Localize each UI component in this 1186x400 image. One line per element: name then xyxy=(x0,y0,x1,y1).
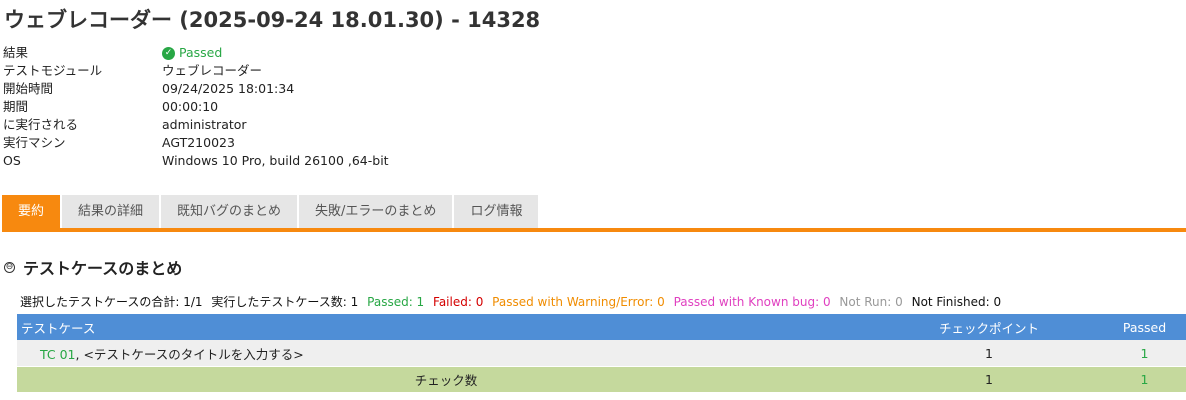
info-row-os: OS Windows 10 Pro, build 26100 ,64-bit xyxy=(3,152,389,170)
info-row-module: テストモジュール ウェブレコーダー xyxy=(3,62,389,80)
executed-count: 実行したテストケース数: 1 xyxy=(211,295,359,309)
selected-total: 選択したテストケースの合計: 1/1 xyxy=(20,295,203,309)
info-value: AGT210023 xyxy=(162,135,235,150)
run-info: 結果 ✓ Passed テストモジュール ウェブレコーダー 開始時間 09/24… xyxy=(3,44,389,170)
testcase-link[interactable]: TC 01 xyxy=(40,347,76,362)
section-header: ⊖ テストケースのまとめ xyxy=(4,255,182,279)
page-title: ウェブレコーダー (2025-09-24 18.01.30) - 14328 xyxy=(4,8,541,32)
info-row-result: 結果 ✓ Passed xyxy=(3,44,389,62)
total-passed: 1 xyxy=(1140,372,1149,387)
passed-count: Passed: 1 xyxy=(367,295,425,309)
report-tabs: 要約 結果の詳細 既知バグのまとめ 失敗/エラーのまとめ ログ情報 xyxy=(2,195,540,228)
testcase-title: , <テストケースのタイトルを入力する> xyxy=(75,346,304,362)
total-label: チェック数 xyxy=(414,373,478,388)
tab-divider xyxy=(2,228,1186,232)
table-row: TC 01, <テストケースのタイトルを入力する> 1 1 xyxy=(17,340,1186,366)
info-label: に実行される xyxy=(3,117,79,132)
warning-count: Passed with Warning/Error: 0 xyxy=(492,295,665,309)
tab-known-bugs[interactable]: 既知バグのまとめ xyxy=(161,195,298,228)
column-header-testcase: テストケース xyxy=(21,320,96,336)
result-status-text: Passed xyxy=(179,45,223,60)
tab-log-info[interactable]: ログ情報 xyxy=(454,195,539,228)
table-header-row: テストケース チェックポイント Passed xyxy=(17,314,1186,340)
section-title: テストケースのまとめ xyxy=(23,259,183,278)
info-label: テストモジュール xyxy=(3,63,103,78)
info-value: administrator xyxy=(162,117,247,132)
tab-summary[interactable]: 要約 xyxy=(2,195,61,228)
column-header-passed: Passed xyxy=(1122,319,1167,335)
check-circle-icon: ✓ xyxy=(162,46,175,60)
info-value: Windows 10 Pro, build 26100 ,64-bit xyxy=(162,153,389,168)
testcase-cell: TC 01, <テストケースのタイトルを入力する> xyxy=(17,344,875,363)
passed-cell: 1 xyxy=(1140,345,1149,361)
table-total-row: チェック数 1 1 xyxy=(17,367,1186,392)
checkpoint-count: 1 xyxy=(985,345,993,361)
info-row-executed-by: に実行される administrator xyxy=(3,116,389,134)
failed-count: Failed: 0 xyxy=(433,295,484,309)
known-bug-count: Passed with Known bug: 0 xyxy=(673,295,831,309)
result-status: ✓ Passed xyxy=(162,44,222,62)
info-label: 開始時間 xyxy=(3,81,54,96)
info-row-duration: 期間 00:00:10 xyxy=(3,98,389,116)
column-header-checkpoints: チェックポイント xyxy=(938,320,1039,336)
info-label: OS xyxy=(3,153,21,168)
info-value: 00:00:10 xyxy=(162,99,219,114)
tab-failures-errors[interactable]: 失敗/エラーのまとめ xyxy=(299,195,453,228)
info-value: ウェブレコーダー xyxy=(162,63,263,78)
total-checkpoints: 1 xyxy=(985,372,993,387)
not-finished-count: Not Finished: 0 xyxy=(911,295,1002,309)
collapse-circle-icon[interactable]: ⊖ xyxy=(4,261,15,273)
info-row-machine: 実行マシン AGT210023 xyxy=(3,134,389,152)
info-row-start-time: 開始時間 09/24/2025 18:01:34 xyxy=(3,80,389,98)
testcase-summary-line: 選択したテストケースの合計: 1/1 実行したテストケース数: 1 Passed… xyxy=(20,293,1006,310)
info-label: 実行マシン xyxy=(3,135,66,150)
info-label: 期間 xyxy=(3,99,29,114)
not-run-count: Not Run: 0 xyxy=(839,295,903,309)
info-label: 結果 xyxy=(3,45,29,60)
tab-result-details[interactable]: 結果の詳細 xyxy=(62,195,160,228)
info-value: 09/24/2025 18:01:34 xyxy=(162,81,295,96)
testcase-table: テストケース チェックポイント Passed TC 01, <テストケースのタイ… xyxy=(17,314,1186,392)
